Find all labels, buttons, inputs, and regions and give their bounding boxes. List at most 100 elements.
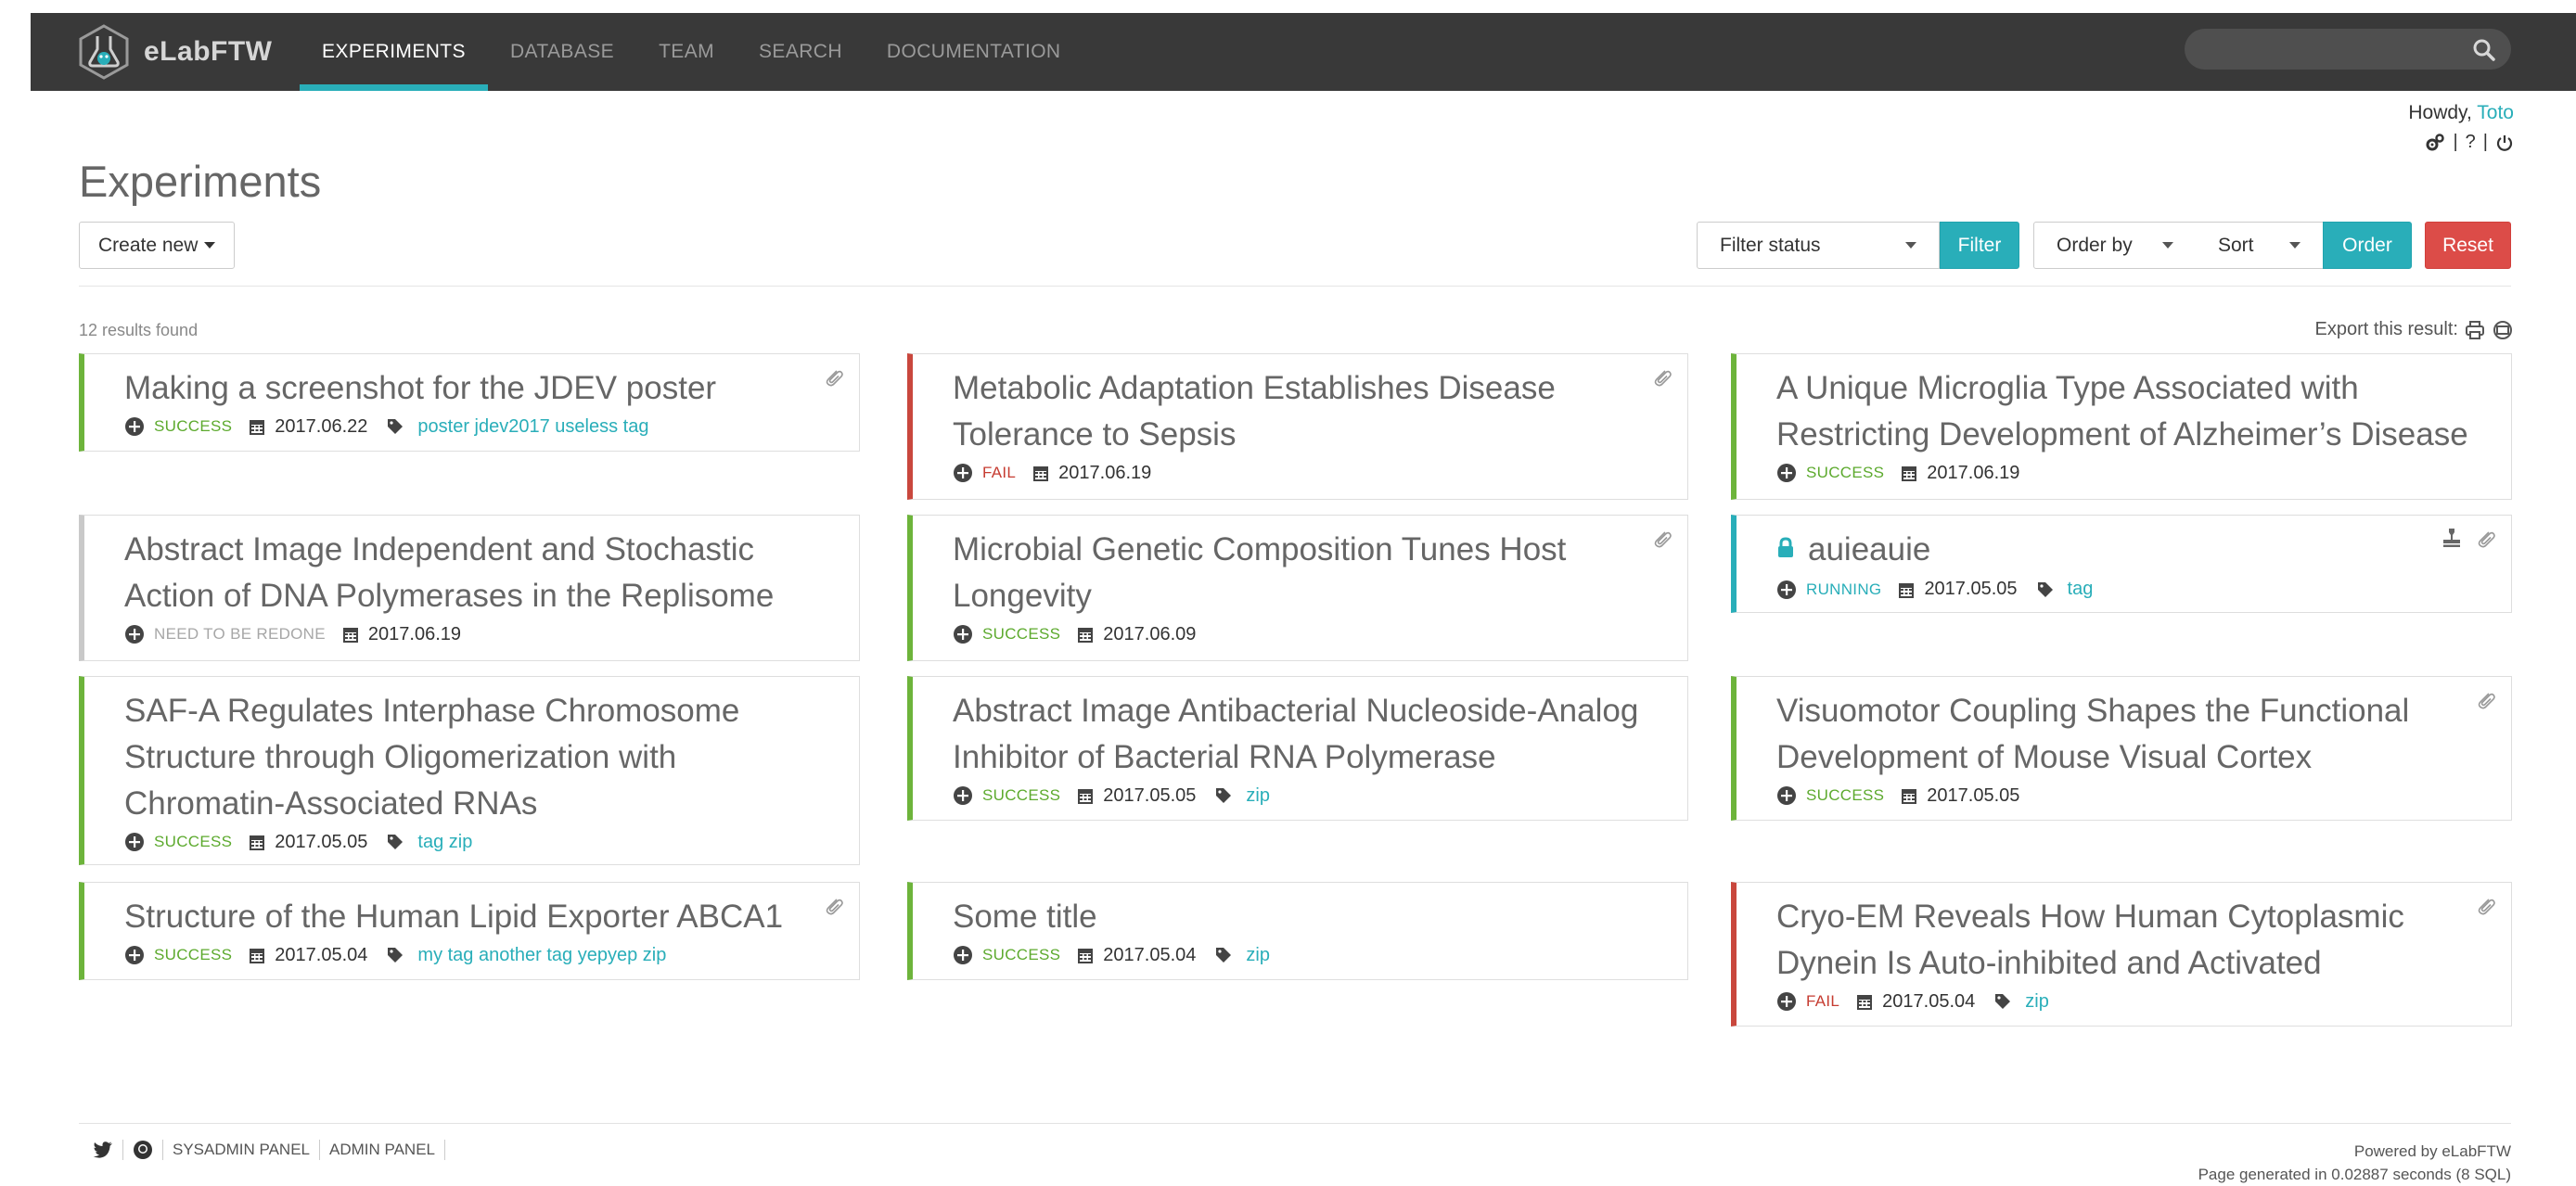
brand[interactable]: eLabFTW <box>77 19 273 85</box>
gears-icon[interactable] <box>2425 133 2445 152</box>
experiment-card[interactable]: Structure of the Human Lipid Exporter AB… <box>79 882 860 980</box>
experiment-title[interactable]: A Unique Microglia Type Associated with … <box>1776 365 2474 458</box>
order-by-label: Order by <box>2057 234 2133 256</box>
archive-icon[interactable] <box>2492 320 2514 340</box>
experiment-tags[interactable]: poster jdev2017 useless tag <box>417 416 648 438</box>
experiment-meta: SUCCESS 2017.05.04 zip <box>953 940 1650 970</box>
nav-documentation[interactable]: DOCUMENTATION <box>865 13 1083 91</box>
divider <box>79 286 2511 287</box>
greeting-text: Howdy, <box>2408 102 2472 123</box>
plus-circle-icon[interactable] <box>953 624 973 644</box>
plus-circle-icon[interactable] <box>124 624 145 644</box>
order-by-select[interactable]: Order by <box>2033 222 2197 269</box>
experiment-card[interactable]: Cryo-EM Reveals How Human Cytoplasmic Dy… <box>1731 882 2512 1027</box>
tag-icon <box>386 946 404 964</box>
sort-select[interactable]: Sort <box>2196 222 2324 269</box>
elabftw-logo-icon <box>79 24 129 80</box>
experiment-tags[interactable]: zip <box>2025 991 2049 1013</box>
plus-circle-icon[interactable] <box>953 945 973 965</box>
experiment-title[interactable]: auieauie <box>1808 531 1930 567</box>
experiment-title[interactable]: Making a screenshot for the JDEV poster <box>124 365 822 412</box>
calendar-icon <box>1898 580 1915 599</box>
plus-circle-icon[interactable] <box>953 463 973 483</box>
main-nav: EXPERIMENTS DATABASE TEAM SEARCH DOCUMEN… <box>300 13 1083 91</box>
search-input[interactable] <box>2185 29 2511 70</box>
experiment-card[interactable]: Some title SUCCESS 2017.05.04 zip <box>907 882 1688 980</box>
experiment-meta: RUNNING 2017.05.05 tag <box>1776 575 2474 605</box>
experiment-tags[interactable]: zip <box>1246 785 1270 807</box>
experiment-meta: SUCCESS 2017.06.22 poster jdev2017 usele… <box>124 412 822 441</box>
paperclip-icon <box>1652 367 1672 392</box>
experiment-title[interactable]: Abstract Image Independent and Stochasti… <box>124 527 822 619</box>
user-name-link[interactable]: Toto <box>2477 102 2514 123</box>
status-badge: SUCCESS <box>154 833 233 850</box>
experiment-meta: SUCCESS 2017.05.05 tag zip <box>124 827 822 857</box>
experiment-tags[interactable]: zip <box>1246 945 1270 966</box>
status-badge: SUCCESS <box>154 417 233 435</box>
footer-info: Powered by eLabFTW Page generated in 0.0… <box>2198 1140 2511 1186</box>
plus-circle-icon[interactable] <box>953 785 973 806</box>
experiment-card[interactable]: SAF-A Regulates Interphase Chromosome St… <box>79 676 860 865</box>
power-icon[interactable] <box>2495 134 2514 152</box>
plus-circle-icon[interactable] <box>1776 991 1797 1012</box>
sysadmin-panel-link[interactable]: SYSADMIN PANEL <box>163 1140 321 1160</box>
twitter-icon[interactable] <box>83 1140 123 1160</box>
experiment-date: 2017.05.05 <box>1103 784 1197 806</box>
status-badge: SUCCESS <box>154 946 233 963</box>
experiment-card[interactable]: auieauie RUNNING 2017.05.05 tag <box>1731 515 2512 613</box>
status-badge: SUCCESS <box>982 786 1061 804</box>
experiment-card[interactable]: Microbial Genetic Composition Tunes Host… <box>907 515 1688 661</box>
chevron-down-icon <box>204 242 216 249</box>
experiment-card[interactable]: Visuomotor Coupling Shapes the Functiona… <box>1731 676 2512 821</box>
export-bar: Export this result: <box>2314 319 2514 340</box>
experiment-card[interactable]: Making a screenshot for the JDEV poster … <box>79 353 860 452</box>
plus-circle-icon[interactable] <box>124 416 145 437</box>
experiment-title[interactable]: Structure of the Human Lipid Exporter AB… <box>124 894 822 940</box>
plus-circle-icon[interactable] <box>124 832 145 852</box>
reset-button[interactable]: Reset <box>2425 222 2511 269</box>
experiment-date: 2017.06.19 <box>367 623 462 644</box>
help-link[interactable]: ? <box>2466 132 2476 153</box>
experiment-tags[interactable]: tag <box>2068 579 2094 600</box>
lock-icon <box>1776 526 1795 572</box>
print-icon[interactable] <box>2465 320 2485 340</box>
create-new-button[interactable]: Create new <box>79 222 236 269</box>
stamp-icon <box>2441 527 2463 554</box>
plus-circle-icon[interactable] <box>1776 580 1797 600</box>
order-button[interactable]: Order <box>2323 222 2412 269</box>
experiment-date: 2017.06.19 <box>1927 462 2020 483</box>
search-icon[interactable] <box>2472 38 2496 62</box>
experiment-card[interactable]: A Unique Microglia Type Associated with … <box>1731 353 2512 500</box>
experiment-title[interactable]: Microbial Genetic Composition Tunes Host… <box>953 527 1650 619</box>
github-icon[interactable] <box>123 1140 163 1160</box>
nav-search[interactable]: SEARCH <box>737 13 865 91</box>
filter-status-select[interactable]: Filter status <box>1697 222 1940 269</box>
experiment-title[interactable]: Abstract Image Antibacterial Nucleoside-… <box>953 688 1650 781</box>
experiment-card[interactable]: Abstract Image Antibacterial Nucleoside-… <box>907 676 1688 821</box>
paperclip-icon <box>2476 529 2496 554</box>
experiment-title[interactable]: Metabolic Adaptation Establishes Disease… <box>953 365 1650 458</box>
paperclip-icon <box>824 367 844 392</box>
experiment-title-row[interactable]: auieauie <box>1776 527 2474 575</box>
experiment-title[interactable]: Cryo-EM Reveals How Human Cytoplasmic Dy… <box>1776 894 2474 987</box>
experiment-date: 2017.05.05 <box>1927 784 2020 806</box>
experiment-title[interactable]: SAF-A Regulates Interphase Chromosome St… <box>124 688 822 827</box>
calendar-icon <box>1901 464 1917 482</box>
plus-circle-icon[interactable] <box>1776 785 1797 806</box>
experiment-card[interactable]: Metabolic Adaptation Establishes Disease… <box>907 353 1688 500</box>
plus-circle-icon[interactable] <box>124 945 145 965</box>
page-generated: Page generated in 0.02887 seconds (8 SQL… <box>2198 1166 2511 1183</box>
nav-team[interactable]: TEAM <box>636 13 737 91</box>
nav-experiments[interactable]: EXPERIMENTS <box>300 13 488 91</box>
admin-panel-link[interactable]: ADMIN PANEL <box>320 1140 446 1160</box>
experiment-date: 2017.06.19 <box>1058 462 1152 483</box>
experiment-tags[interactable]: my tag another tag yepyep zip <box>417 945 666 966</box>
filter-button[interactable]: Filter <box>1940 222 2019 269</box>
nav-database[interactable]: DATABASE <box>488 13 636 91</box>
experiment-card[interactable]: Abstract Image Independent and Stochasti… <box>79 515 860 661</box>
calendar-icon <box>249 417 265 436</box>
experiment-title[interactable]: Some title <box>953 894 1650 940</box>
experiment-tags[interactable]: tag zip <box>417 832 472 853</box>
experiment-title[interactable]: Visuomotor Coupling Shapes the Functiona… <box>1776 688 2474 781</box>
plus-circle-icon[interactable] <box>1776 463 1797 483</box>
